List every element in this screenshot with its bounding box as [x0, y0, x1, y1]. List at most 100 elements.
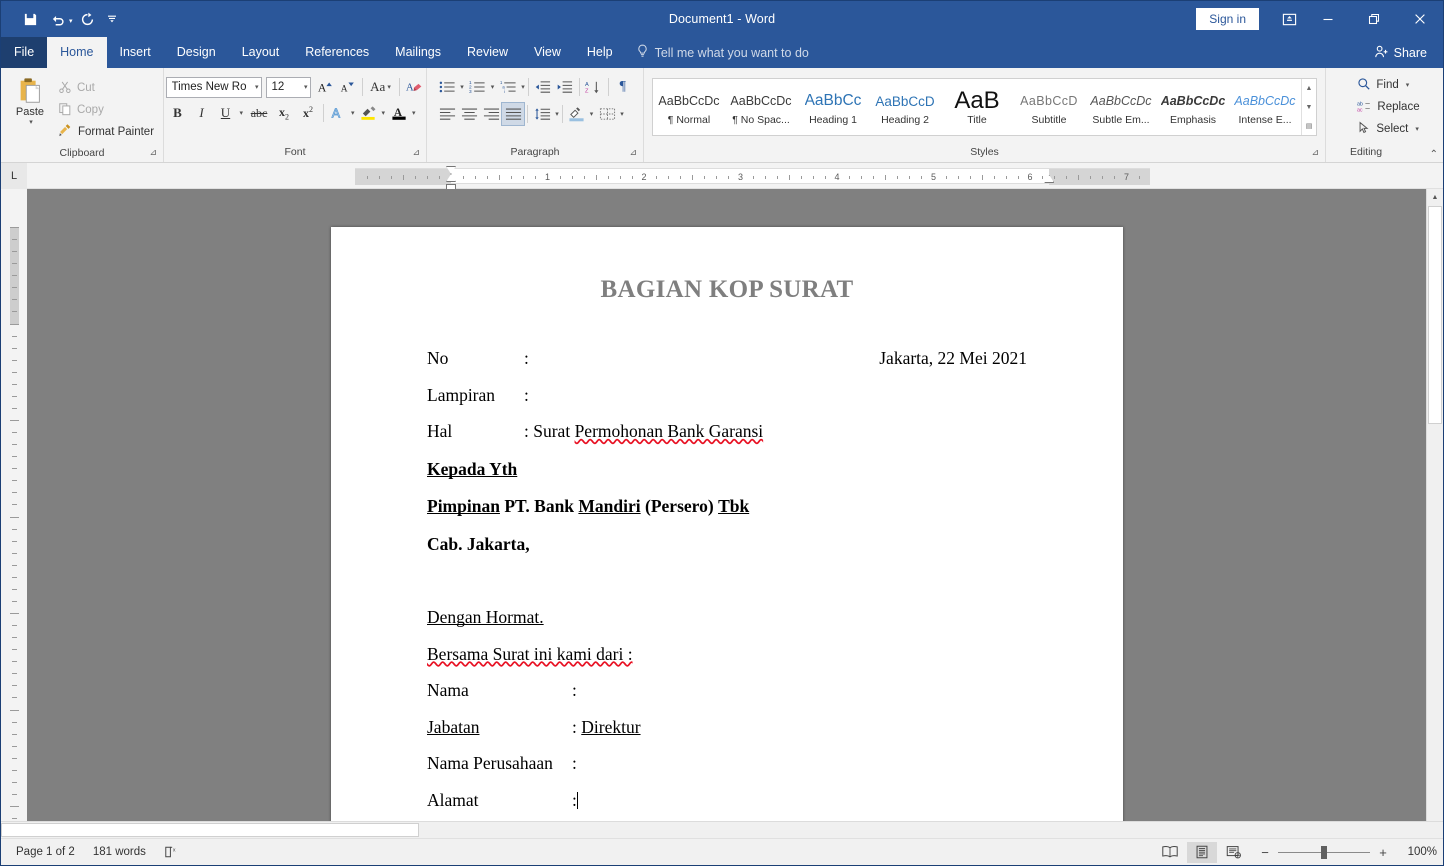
italic-icon[interactable]: I — [190, 102, 214, 124]
text-effects-dropdown-icon[interactable]: ▾ — [351, 109, 355, 117]
document-body[interactable]: BAGIAN KOP SURAT No : Jakarta, 22 Mei 20… — [331, 227, 1123, 821]
align-right-icon[interactable] — [480, 103, 502, 125]
tab-design[interactable]: Design — [164, 37, 229, 68]
print-layout-button[interactable] — [1187, 841, 1217, 863]
strikethrough-icon[interactable]: abc — [246, 102, 272, 124]
cut-button[interactable]: Cut — [54, 77, 158, 99]
style-heading-1[interactable]: AaBbCc Heading 1 — [797, 79, 869, 135]
share-button[interactable]: Share — [1374, 37, 1443, 68]
multilevel-list-dropdown-icon[interactable]: ▾ — [521, 83, 525, 91]
clear-formatting-icon[interactable]: A — [403, 76, 425, 98]
change-case-icon[interactable]: Aa ▾ — [366, 76, 396, 98]
styles-more-icon[interactable]: ▤ — [1302, 116, 1316, 135]
read-mode-button[interactable] — [1155, 842, 1185, 863]
zoom-level[interactable]: 100% — [1399, 846, 1437, 858]
underline-dropdown-icon[interactable]: ▾ — [240, 109, 244, 117]
tab-help[interactable]: Help — [574, 37, 626, 68]
tab-layout[interactable]: Layout — [229, 37, 293, 68]
styles-gallery[interactable]: AaBbCcDc ¶ Normal AaBbCcDc ¶ No Spac... … — [652, 78, 1317, 136]
bullets-icon[interactable] — [436, 76, 458, 98]
document-page[interactable]: BAGIAN KOP SURAT No : Jakarta, 22 Mei 20… — [331, 227, 1123, 821]
align-center-icon[interactable] — [458, 103, 480, 125]
vertical-scroll-thumb[interactable] — [1428, 206, 1442, 424]
borders-dropdown-icon[interactable]: ▾ — [620, 110, 624, 118]
font-name-input[interactable]: Times New Ro ▾ — [165, 76, 262, 98]
save-icon[interactable] — [17, 7, 43, 31]
tab-view[interactable]: View — [521, 37, 574, 68]
shrink-font-icon[interactable]: A — [337, 76, 359, 98]
align-left-icon[interactable] — [436, 103, 458, 125]
zoom-track[interactable] — [1278, 845, 1370, 859]
proofing-errors-icon[interactable]: x — [155, 842, 189, 863]
show-formatting-marks-icon[interactable]: ¶ — [612, 76, 634, 98]
tab-home[interactable]: Home — [47, 37, 107, 68]
format-painter-button[interactable]: Format Painter — [54, 121, 158, 143]
numbering-icon[interactable]: 123 — [467, 76, 489, 98]
tab-review[interactable]: Review — [454, 37, 521, 68]
horizontal-ruler[interactable]: 1 2 3 4 5 6 7 — [27, 163, 1426, 189]
increase-indent-icon[interactable] — [554, 76, 576, 98]
align-justify-icon[interactable] — [501, 102, 526, 126]
page-indicator[interactable]: Page 1 of 2 — [7, 842, 84, 863]
styles-scroll-down-icon[interactable]: ▼ — [1302, 98, 1316, 117]
font-size-input[interactable]: 12 ▾ — [265, 76, 311, 98]
scroll-up-icon[interactable]: ▲ — [1427, 189, 1443, 206]
copy-button[interactable]: Copy — [54, 99, 158, 121]
grow-font-icon[interactable]: A — [315, 76, 337, 98]
undo-icon[interactable] — [45, 7, 71, 31]
text-effects-icon[interactable]: A — [327, 102, 349, 124]
horizontal-scroll-track[interactable] — [1, 822, 1443, 838]
font-name-dropdown-icon[interactable]: ▾ — [251, 83, 259, 91]
style-no-spacing[interactable]: AaBbCcDc ¶ No Spac... — [725, 79, 797, 135]
tab-mailings[interactable]: Mailings — [382, 37, 454, 68]
vertical-scroll-track[interactable] — [1427, 206, 1443, 821]
bullets-dropdown-icon[interactable]: ▾ — [460, 83, 464, 91]
tab-references[interactable]: References — [292, 37, 382, 68]
document-canvas[interactable]: BAGIAN KOP SURAT No : Jakarta, 22 Mei 20… — [27, 189, 1426, 821]
line-spacing-dropdown-icon[interactable]: ▾ — [555, 110, 559, 118]
ribbon-display-options-icon[interactable] — [1273, 1, 1305, 37]
decrease-indent-icon[interactable] — [532, 76, 554, 98]
sort-icon[interactable]: AZ — [583, 76, 605, 98]
style-heading-2[interactable]: AaBbCcD Heading 2 — [869, 79, 941, 135]
styles-dialog-launcher[interactable]: ⊿ — [1311, 144, 1319, 160]
paste-dropdown-icon[interactable]: ▾ — [29, 118, 33, 126]
horizontal-scrollbar[interactable] — [1, 821, 1443, 838]
vertical-ruler[interactable] — [1, 189, 27, 821]
web-layout-button[interactable] — [1219, 842, 1249, 863]
styles-scroll-up-icon[interactable]: ▲ — [1302, 79, 1316, 98]
style-subtitle[interactable]: AaBbCcD Subtitle — [1013, 79, 1085, 135]
style-subtle-emphasis[interactable]: AaBbCcDc Subtle Em... — [1085, 79, 1157, 135]
collapse-ribbon-icon[interactable]: ⌃ — [1430, 149, 1438, 160]
select-dropdown-icon[interactable]: ▾ — [1415, 125, 1419, 133]
minimize-button[interactable] — [1305, 1, 1351, 37]
style-normal[interactable]: AaBbCcDc ¶ Normal — [653, 79, 725, 135]
style-emphasis[interactable]: AaBbCcDc Emphasis — [1157, 79, 1229, 135]
vertical-scrollbar[interactable]: ▲ — [1426, 189, 1443, 821]
redo-icon[interactable] — [75, 7, 101, 31]
numbering-dropdown-icon[interactable]: ▾ — [491, 83, 495, 91]
clipboard-dialog-launcher[interactable]: ⊿ — [149, 144, 157, 160]
tab-insert[interactable]: Insert — [107, 37, 164, 68]
replace-button[interactable]: ab ac Replace — [1353, 96, 1423, 118]
line-spacing-icon[interactable] — [531, 103, 553, 125]
zoom-slider[interactable]: − + — [1259, 845, 1389, 860]
horizontal-scroll-thumb[interactable] — [1, 823, 419, 837]
select-button[interactable]: Select ▾ — [1353, 118, 1422, 140]
style-title[interactable]: AaB Title — [941, 79, 1013, 135]
tell-me-search[interactable]: Tell me what you want to do — [636, 37, 809, 68]
horizontal-ruler-track[interactable]: 1 2 3 4 5 6 7 — [355, 166, 1150, 189]
font-color-icon[interactable]: A — [388, 102, 410, 124]
find-dropdown-icon[interactable]: ▾ — [1406, 81, 1410, 89]
zoom-out-button[interactable]: − — [1259, 845, 1271, 860]
undo-dropdown-icon[interactable]: ▾ — [69, 17, 73, 25]
underline-icon[interactable]: U — [214, 102, 238, 124]
zoom-in-button[interactable]: + — [1377, 845, 1389, 860]
text-highlight-dropdown-icon[interactable]: ▾ — [382, 109, 386, 117]
tab-stop-selector[interactable]: L — [1, 163, 27, 189]
sign-in-button[interactable]: Sign in — [1196, 8, 1259, 30]
customize-qat-icon[interactable] — [103, 7, 121, 31]
close-button[interactable] — [1397, 1, 1443, 37]
restore-button[interactable] — [1351, 1, 1397, 37]
borders-icon[interactable] — [596, 103, 618, 125]
